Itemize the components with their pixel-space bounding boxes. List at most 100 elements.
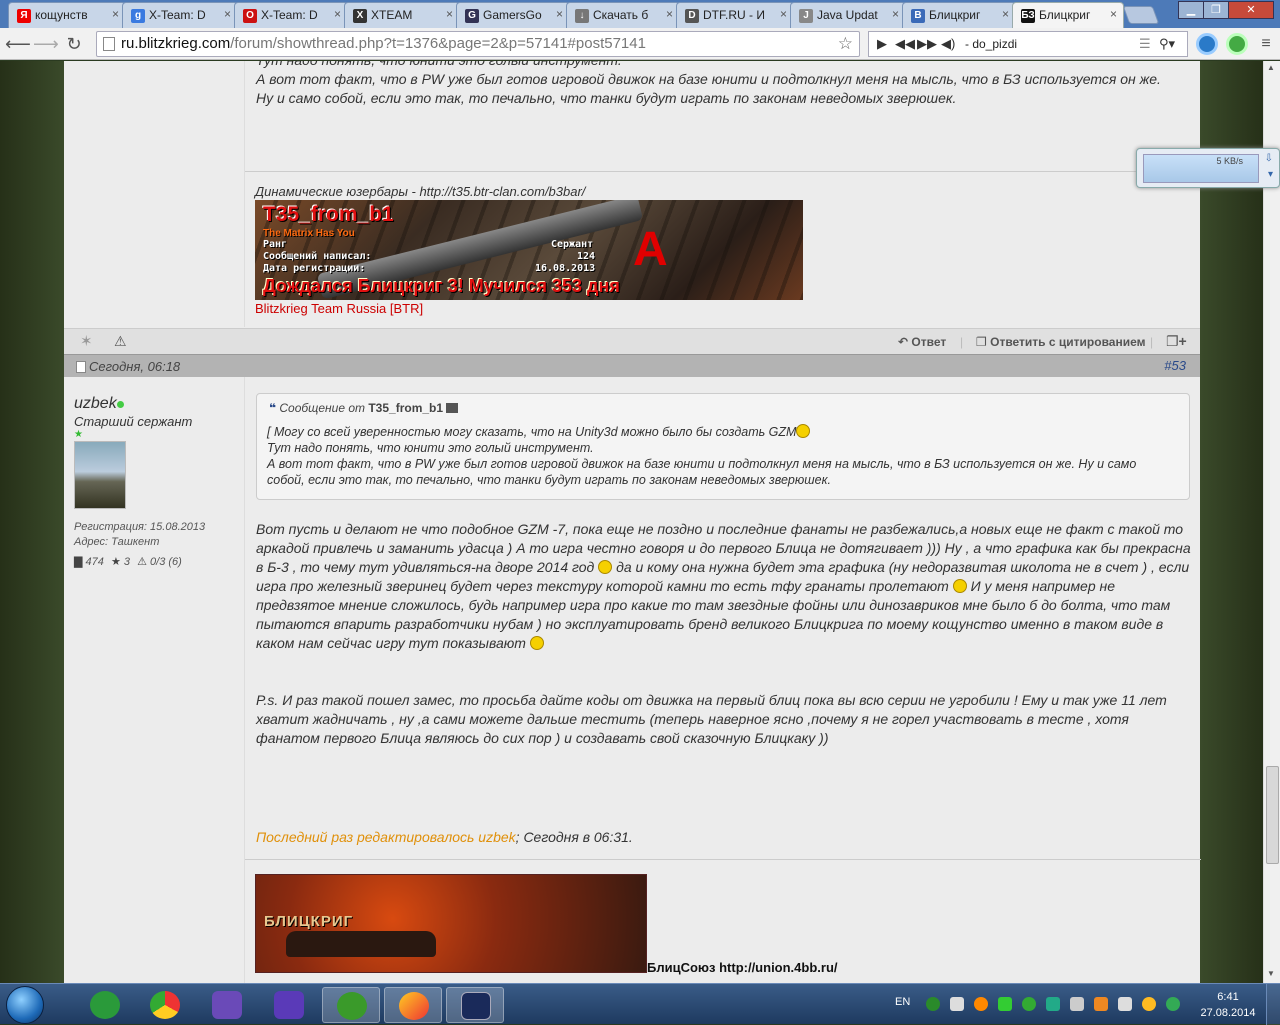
tray-tool-icon[interactable]	[1094, 997, 1108, 1011]
reply-button[interactable]: ↶ Ответ	[898, 335, 946, 349]
tab-close-icon[interactable]: ×	[1110, 7, 1117, 21]
report-warning-icon[interactable]: ⚠	[114, 333, 127, 350]
post-line: А вот тот факт, что в PW уже был готов и…	[256, 71, 1161, 87]
union-link[interactable]: БлицСоюз http://union.4bb.ru/	[647, 960, 838, 975]
tab-close-icon[interactable]: ×	[112, 7, 119, 21]
tray-volume-icon[interactable]	[1118, 997, 1132, 1011]
taskbar-visual-studio-2[interactable]	[260, 987, 318, 1023]
browser-tab[interactable]: O X-Team: D ×	[234, 2, 348, 28]
tray-utorrent-icon[interactable]	[1022, 997, 1036, 1011]
browser-tab[interactable]: B Блицкриг ×	[902, 2, 1016, 28]
banner-motto: The Matrix Has You	[263, 228, 355, 239]
username-link[interactable]: uzbek	[74, 395, 117, 413]
tray-check-icon[interactable]	[926, 997, 940, 1011]
tab-close-icon[interactable]: ×	[780, 7, 787, 21]
browser-tab[interactable]: J Java Updat ×	[790, 2, 906, 28]
browser-tab[interactable]: БЗ Блицкриг ×	[1012, 2, 1124, 28]
clan-link[interactable]: Blitzkrieg Team Russia [BTR]	[255, 301, 423, 316]
address-bar[interactable]: ru.blitzkrieg.com/forum/showthread.php?t…	[96, 31, 860, 57]
language-indicator[interactable]: EN	[895, 996, 910, 1008]
tab-label: Блицкриг	[929, 8, 981, 22]
tab-close-icon[interactable]: ×	[224, 7, 231, 21]
rate-star-icon[interactable]: ✶	[80, 332, 93, 350]
multiquote-icon[interactable]: ❐+	[1166, 333, 1187, 350]
play-icon[interactable]: ▶	[877, 32, 887, 56]
online-status-icon	[117, 401, 124, 408]
browser-tab[interactable]: g X-Team: D ×	[122, 2, 238, 28]
vertical-scrollbar[interactable]: ▲ ▼	[1263, 61, 1280, 983]
bookmark-star-icon[interactable]: ☆	[838, 32, 853, 56]
tray-app-icon[interactable]	[1046, 997, 1060, 1011]
view-post-icon[interactable]	[446, 403, 459, 413]
warning-icon: ⚠	[137, 556, 147, 568]
maximize-button[interactable]: ❐	[1203, 1, 1229, 19]
menu-icon[interactable]: ≡	[1254, 33, 1278, 55]
start-button[interactable]	[6, 986, 44, 1024]
speed-down-icon[interactable]: ⇩	[1265, 153, 1273, 164]
action-separator: |	[960, 335, 964, 349]
taskbar-chrome[interactable]	[136, 987, 194, 1023]
tray-flag-icon[interactable]	[950, 997, 964, 1011]
tab-close-icon[interactable]: ×	[666, 7, 673, 21]
previous-icon[interactable]: ◀◀	[895, 32, 915, 56]
browser-tab[interactable]: D DTF.RU - И ×	[676, 2, 794, 28]
media-player-extension: ▶ ◀◀ ▶▶ ◀) - do_pizdi ☰ ⚲▾	[868, 31, 1188, 57]
download-speed-widget[interactable]: 5 KB/s ⇩ ▾	[1136, 148, 1280, 188]
speed-menu-icon[interactable]: ▾	[1268, 169, 1273, 180]
scroll-up-icon[interactable]: ▲	[1267, 63, 1275, 72]
show-desktop-button[interactable]	[1266, 984, 1280, 1025]
forward-button[interactable]: ⟶	[33, 33, 59, 55]
next-icon[interactable]: ▶▶	[917, 32, 937, 56]
reply-quote-button[interactable]: ❐ Ответить с цитированием	[976, 335, 1145, 349]
tab-close-icon[interactable]: ×	[446, 7, 453, 21]
tab-close-icon[interactable]: ×	[1002, 7, 1009, 21]
post-date: Сегодня, 06:18	[89, 359, 181, 374]
edited-by-link[interactable]: Последний раз редактировалось uzbek	[256, 829, 516, 845]
post-line: Тут надо понять, что юнити это голый инс…	[256, 61, 1186, 70]
tab-close-icon[interactable]: ×	[334, 7, 341, 21]
signature-banner[interactable]: БЛИЦКРИГ	[255, 874, 647, 973]
signature-divider	[245, 859, 1201, 860]
taskbar-utorrent[interactable]	[322, 987, 380, 1023]
volume-icon[interactable]: ◀)	[941, 32, 955, 56]
tab-close-icon[interactable]: ×	[892, 7, 899, 21]
browser-tab[interactable]: G GamersGo ×	[456, 2, 570, 28]
tray-network-icon[interactable]	[1070, 997, 1084, 1011]
player-search-icon[interactable]: ⚲▾	[1159, 32, 1175, 56]
browser-tab[interactable]: X XTEAM ×	[344, 2, 460, 28]
playlist-icon[interactable]: ☰	[1139, 32, 1151, 56]
banner-posts: 124	[577, 251, 596, 262]
post-number-link[interactable]: #53	[1164, 358, 1186, 373]
user-post-count: 474	[85, 556, 104, 568]
tray-sync-icon[interactable]	[1166, 997, 1180, 1011]
taskbar-mail-agent[interactable]	[76, 987, 134, 1023]
close-window-button[interactable]: ✕	[1228, 1, 1274, 19]
back-button[interactable]: ⟵	[5, 33, 31, 55]
reload-button[interactable]: ↻	[62, 33, 86, 55]
minimize-button[interactable]: ▁	[1178, 1, 1204, 19]
taskbar-browser[interactable]	[384, 987, 442, 1023]
tab-favicon-icon: O	[243, 9, 257, 23]
browser-tab[interactable]: ↓ Скачать б ×	[566, 2, 680, 28]
tray-orange-icon[interactable]	[974, 997, 988, 1011]
player-track: - do_pizdi	[965, 37, 1018, 51]
extension-icon[interactable]	[1196, 33, 1218, 55]
new-tab-button[interactable]	[1122, 6, 1160, 24]
quote-mark-icon: ❝	[269, 401, 277, 415]
banner-logo: БЛИЦКРИГ	[264, 913, 354, 930]
tray-java-icon[interactable]	[1142, 997, 1156, 1011]
userbar-banner[interactable]: T35_from_b1 The Matrix Has You Ранг Серж…	[255, 200, 803, 300]
browser-tab[interactable]: Якощунств ×	[8, 2, 126, 28]
tab-favicon-icon: X	[353, 9, 367, 23]
taskbar-window[interactable]	[446, 987, 504, 1023]
system-clock[interactable]: 6:41 27.08.2014	[1196, 989, 1260, 1021]
taskbar-visual-studio[interactable]	[198, 987, 256, 1023]
tab-label: Блицкриг	[1039, 8, 1091, 22]
tab-label: кощунств	[35, 8, 88, 22]
refresh-extension-icon[interactable]	[1226, 33, 1248, 55]
tray-green-icon[interactable]	[998, 997, 1012, 1011]
scroll-down-icon[interactable]: ▼	[1267, 969, 1275, 978]
tab-close-icon[interactable]: ×	[556, 7, 563, 21]
scrollbar-thumb[interactable]	[1266, 766, 1279, 864]
avatar[interactable]	[74, 441, 126, 509]
